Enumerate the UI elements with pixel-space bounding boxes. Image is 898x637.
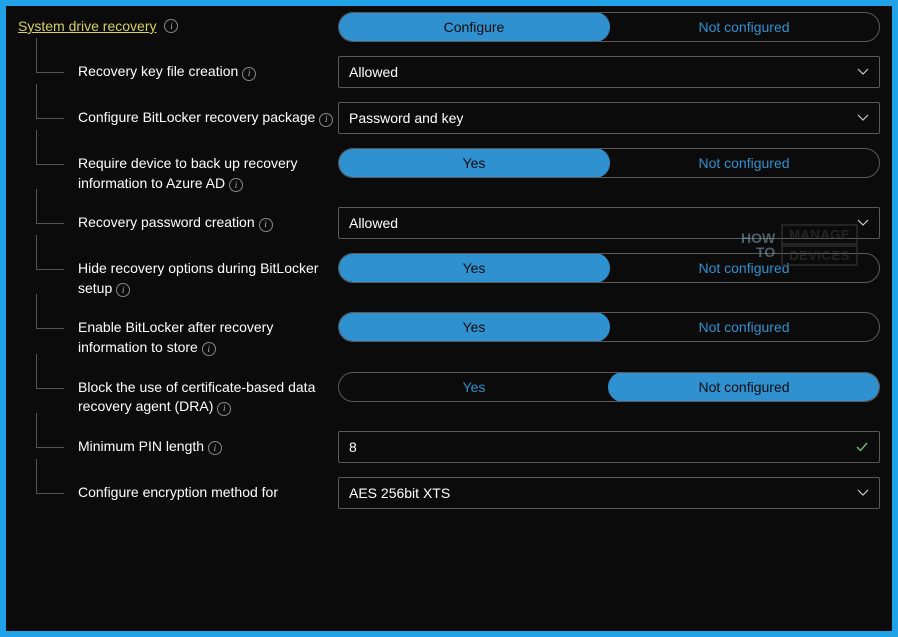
chevron-down-icon <box>857 112 869 124</box>
tree-indent <box>18 372 78 400</box>
tree-indent <box>18 477 78 505</box>
setting-label: Require device to back up recovery infor… <box>78 155 297 191</box>
tree-indent <box>18 148 78 176</box>
system-drive-recovery-toggle[interactable]: Configure Not configured <box>338 12 880 42</box>
require-backup-azure-ad-toggle[interactable]: Yes Not configured <box>338 148 880 178</box>
setting-label: Block the use of certificate-based data … <box>78 379 315 415</box>
configure-encryption-method-select[interactable]: AES 256bit XTS <box>338 477 880 509</box>
setting-row: Recovery password creation i Allowed <box>18 207 880 239</box>
info-icon[interactable]: i <box>229 178 243 192</box>
setting-row: Minimum PIN length i 8 <box>18 431 880 463</box>
info-icon[interactable]: i <box>259 218 273 232</box>
toggle-option-configure[interactable]: Configure <box>338 12 610 42</box>
recovery-password-creation-select[interactable]: Allowed <box>338 207 880 239</box>
toggle-option-yes[interactable]: Yes <box>338 253 610 283</box>
info-icon[interactable]: i <box>217 402 231 416</box>
setting-row: Configure encryption method for AES 256b… <box>18 477 880 509</box>
recovery-key-file-creation-select[interactable]: Allowed <box>338 56 880 88</box>
setting-label: Configure encryption method for <box>78 484 278 500</box>
toggle-option-not-configured[interactable]: Not configured <box>609 149 879 177</box>
check-icon <box>855 440 869 454</box>
setting-label: Enable BitLocker after recovery informat… <box>78 319 273 355</box>
info-icon[interactable]: i <box>208 441 222 455</box>
configure-bitlocker-recovery-package-select[interactable]: Password and key <box>338 102 880 134</box>
chevron-down-icon <box>857 217 869 229</box>
select-value: AES 256bit XTS <box>349 485 450 501</box>
select-value: Allowed <box>349 215 398 231</box>
setting-label: Minimum PIN length <box>78 438 204 454</box>
setting-row: Block the use of certificate-based data … <box>18 372 880 417</box>
toggle-option-not-configured[interactable]: Not configured <box>609 13 879 41</box>
tree-indent <box>18 431 78 459</box>
info-icon[interactable]: i <box>242 67 256 81</box>
setting-label: Recovery password creation <box>78 214 255 230</box>
tree-indent <box>18 207 78 235</box>
toggle-option-not-configured[interactable]: Not configured <box>609 254 879 282</box>
setting-row: Hide recovery options during BitLocker s… <box>18 253 880 298</box>
setting-row: Require device to back up recovery infor… <box>18 148 880 193</box>
setting-label: Configure BitLocker recovery package <box>78 109 315 125</box>
settings-panel: System drive recovery i Configure Not co… <box>6 6 892 631</box>
tree-indent <box>18 253 78 281</box>
setting-row: Configure BitLocker recovery package i P… <box>18 102 880 134</box>
info-icon[interactable]: i <box>116 283 130 297</box>
info-icon[interactable]: i <box>202 342 216 356</box>
setting-label: Recovery key file creation <box>78 63 238 79</box>
minimum-pin-length-input[interactable]: 8 <box>338 431 880 463</box>
toggle-option-yes[interactable]: Yes <box>339 373 609 401</box>
block-certificate-dra-toggle[interactable]: Yes Not configured <box>338 372 880 402</box>
toggle-option-not-configured[interactable]: Not configured <box>608 372 880 402</box>
hide-recovery-options-toggle[interactable]: Yes Not configured <box>338 253 880 283</box>
section-row: System drive recovery i Configure Not co… <box>18 12 880 42</box>
chevron-down-icon <box>857 66 869 78</box>
enable-bitlocker-after-recovery-toggle[interactable]: Yes Not configured <box>338 312 880 342</box>
input-value: 8 <box>349 439 357 455</box>
tree-indent <box>18 56 78 84</box>
toggle-option-not-configured[interactable]: Not configured <box>609 313 879 341</box>
select-value: Password and key <box>349 110 463 126</box>
setting-label: Hide recovery options during BitLocker s… <box>78 260 318 296</box>
setting-row: Recovery key file creation i Allowed <box>18 56 880 88</box>
toggle-option-yes[interactable]: Yes <box>338 148 610 178</box>
setting-row: Enable BitLocker after recovery informat… <box>18 312 880 357</box>
tree-indent <box>18 312 78 340</box>
info-icon[interactable]: i <box>319 113 333 127</box>
tree-indent <box>18 102 78 130</box>
chevron-down-icon <box>857 487 869 499</box>
info-icon[interactable]: i <box>164 19 178 33</box>
toggle-option-yes[interactable]: Yes <box>338 312 610 342</box>
select-value: Allowed <box>349 64 398 80</box>
section-title-link[interactable]: System drive recovery <box>18 18 156 34</box>
